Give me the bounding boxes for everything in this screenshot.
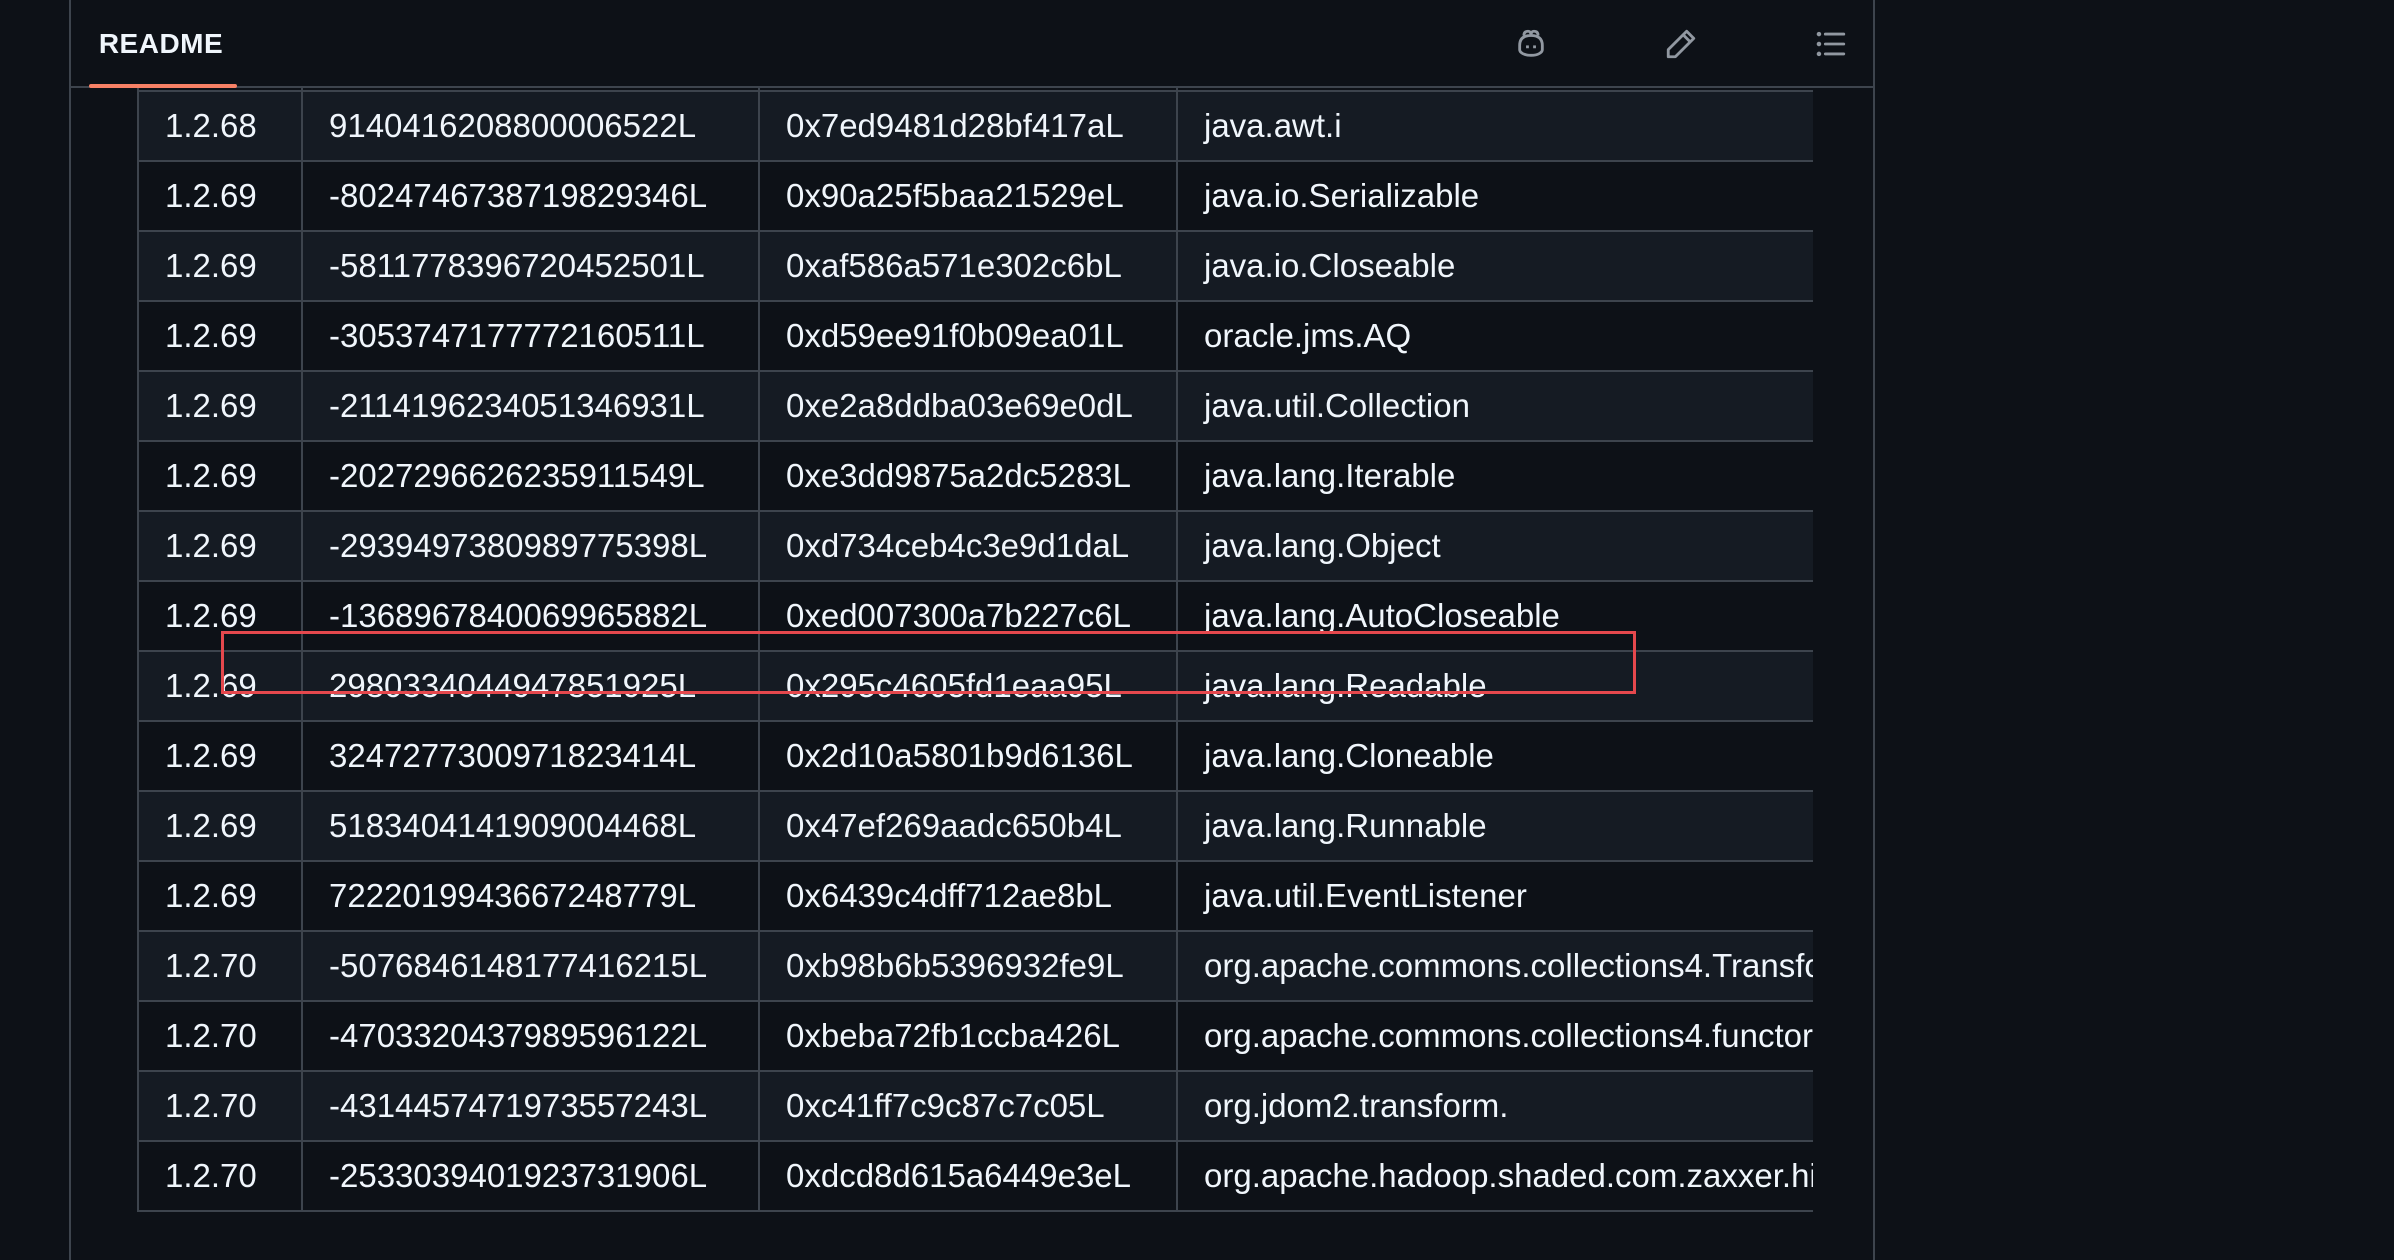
table-cell: -5076846148177416215L [301,930,760,1002]
table-cell: java.lang.Iterable [1176,440,1813,512]
table-cell: -2114196234051346931L [301,370,760,442]
table-cell: -5811778396720452501L [301,230,760,302]
table-cell: 0xbeba72fb1ccba426L [758,1000,1178,1072]
table-cell: 1.2.69 [137,720,303,792]
table-row: 1.2.70 -5076846148177416215L 0xb98b6b53969… [137,930,1813,1002]
table-cell: 1.2.68 [137,90,303,162]
table-cell: 0x295c4605fd1eaa95L [758,650,1178,722]
table-row: 1.2.70 -4314457471973557243L 0xc41ff7c9c87… [137,1070,1813,1142]
table-cell: java.io.Closeable [1176,230,1813,302]
table-cell: java.util.EventListener [1176,860,1813,932]
table-cell: -4703320437989596122L [301,1000,760,1072]
table-cell: 1.2.69 [137,580,303,652]
table-cell: 3247277300971823414L [301,720,760,792]
table-cell: 0xb98b6b5396932fe9L [758,930,1178,1002]
table-cell: 0x90a25f5baa21529eL [758,160,1178,232]
table-cell: 1.2.70 [137,1140,303,1212]
readme-tab-label: README [98,28,224,59]
table-cell: java.lang.Cloneable [1176,720,1813,792]
table-cell: java.lang.Readable [1176,650,1813,722]
table-cell: 0x47ef269aadc650b4L [758,790,1178,862]
table-cell: 0xd59ee91f0b09ea01L [758,300,1178,372]
table-cell: org.apache.commons.collections4.functor [1176,1000,1813,1072]
table-cell: -2533039401923731906L [301,1140,760,1212]
table-cell: 0x7ed9481d28bf417aL [758,90,1178,162]
list-icon [1816,31,1846,57]
table-cell: org.apache.commons.collections4.Transfo [1176,930,1813,1002]
table-row: 1.2.69 3247277300971823414L 0x2d10a5801b9d… [137,720,1813,792]
hash-table: 1.2.68 9140416208800006522L 0x7ed9481d28bf… [137,88,1813,1212]
table-cell: 0xe3dd9875a2dc5283L [758,440,1178,512]
outline-button[interactable] [1803,16,1859,72]
table-row: 1.2.69 2980334044947851925L 0x295c4605fd1e… [137,650,1813,722]
table-row: 1.2.69 -2114196234051346931L 0xe2a8ddba03e… [137,370,1813,442]
table-cell: 5183404141909004468L [301,790,760,862]
table-cell: org.apache.hadoop.shaded.com.zaxxer.hi [1176,1140,1813,1212]
table-cell: 0x2d10a5801b9d6136L [758,720,1178,792]
table-row: 1.2.69 -3053747177772160511L 0xd59ee91f0b0… [137,300,1813,372]
table-row: 1.2.70 -2533039401923731906L 0xdcd8d615a64… [137,1140,1813,1212]
table-cell: 1.2.69 [137,650,303,722]
table-row: 1.2.68 9140416208800006522L 0x7ed9481d28bf… [137,90,1813,162]
readme-table-container[interactable]: 1.2.68 9140416208800006522L 0x7ed9481d28bf… [137,88,1813,1260]
table-cell: 0xdcd8d615a6449e3eL [758,1140,1178,1212]
table-cell: -4314457471973557243L [301,1070,760,1142]
table-cell: 0xd734ceb4c3e9d1daL [758,510,1178,582]
readme-panel: README 1.2.68 9140416208800006522L 0x7ed… [69,0,1875,1260]
table-cell: 1.2.69 [137,440,303,512]
active-tab-underline [89,84,237,88]
table-cell: -8024746738719829346L [301,160,760,232]
table-cell: 1.2.69 [137,860,303,932]
table-cell: java.lang.Object [1176,510,1813,582]
table-cell: -1368967840069965882L [301,580,760,652]
table-cell: -2939497380989775398L [301,510,760,582]
table-cell: 1.2.69 [137,160,303,232]
table-cell: 1.2.69 [137,510,303,582]
table-cell: java.awt.i [1176,90,1813,162]
table-row: 1.2.69 -1368967840069965882L 0xed007300a7b… [137,580,1813,652]
table-cell: -3053747177772160511L [301,300,760,372]
table-cell: 1.2.69 [137,230,303,302]
edit-button[interactable] [1653,16,1709,72]
table-cell: 1.2.69 [137,300,303,372]
table-cell: 7222019943667248779L [301,860,760,932]
table-cell: 1.2.69 [137,370,303,442]
table-cell: 0xaf586a571e302c6bL [758,230,1178,302]
copilot-icon [1518,29,1544,57]
table-cell: 1.2.69 [137,790,303,862]
table-row: 1.2.69 -2027296626235911549L 0xe3dd9875a2d… [137,440,1813,512]
pencil-icon [1666,29,1696,59]
table-row: 1.2.70 -4703320437989596122L 0xbeba72fb1cc… [137,1000,1813,1072]
table-row: 1.2.69 -8024746738719829346L 0x90a25f5baa2… [137,160,1813,232]
table-row: 1.2.69 -5811778396720452501L 0xaf586a571e3… [137,230,1813,302]
table-row: 1.2.69 -2939497380989775398L 0xd734ceb4c3e… [137,510,1813,582]
table-cell: java.util.Collection [1176,370,1813,442]
table-cell: 2980334044947851925L [301,650,760,722]
table-cell: 0xe2a8ddba03e69e0dL [758,370,1178,442]
copilot-button[interactable] [1503,16,1559,72]
table-cell: 1.2.70 [137,930,303,1002]
table-cell: oracle.jms.AQ [1176,300,1813,372]
table-cell: 0xed007300a7b227c6L [758,580,1178,652]
table-cell: 9140416208800006522L [301,90,760,162]
table-row: 1.2.69 5183404141909004468L 0x47ef269aadc6… [137,790,1813,862]
readme-header: README [71,0,1873,88]
table-cell: 0xc41ff7c9c87c7c05L [758,1070,1178,1142]
table-row: 1.2.69 7222019943667248779L 0x6439c4dff712… [137,860,1813,932]
table-cell: java.lang.AutoCloseable [1176,580,1813,652]
table-cell: java.io.Serializable [1176,160,1813,232]
table-cell: 1.2.70 [137,1000,303,1072]
table-cell: 0x6439c4dff712ae8bL [758,860,1178,932]
table-cell: -2027296626235911549L [301,440,760,512]
table-cell: java.lang.Runnable [1176,790,1813,862]
table-cell: org.jdom2.transform. [1176,1070,1813,1142]
table-cell: 1.2.70 [137,1070,303,1142]
readme-tab[interactable]: README [87,0,235,88]
readme-actions [1503,0,1873,88]
